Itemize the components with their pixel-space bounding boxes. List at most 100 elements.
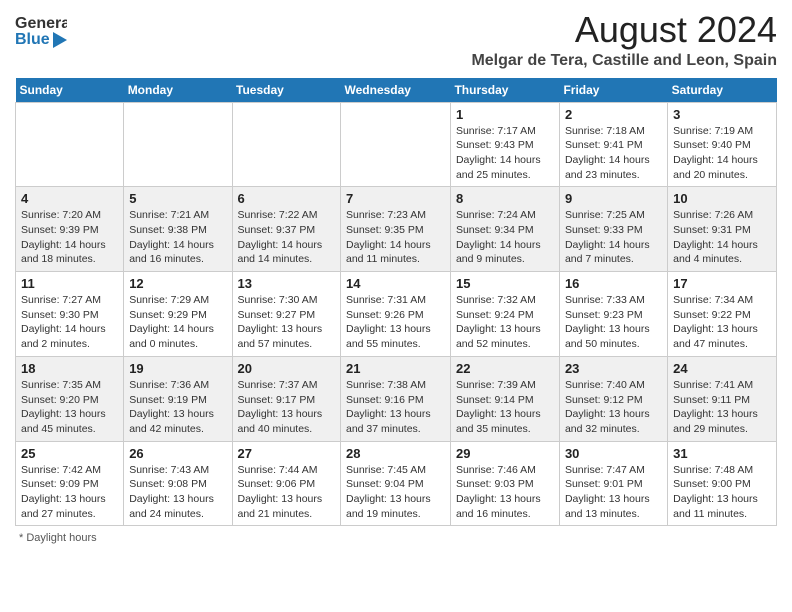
svg-text:General: General (15, 15, 67, 32)
day-number: 5 (129, 191, 226, 206)
day-info: Sunrise: 7:41 AM Sunset: 9:11 PM Dayligh… (673, 378, 771, 437)
day-cell (16, 102, 124, 187)
day-info: Sunrise: 7:44 AM Sunset: 9:06 PM Dayligh… (238, 463, 336, 522)
day-cell: 19Sunrise: 7:36 AM Sunset: 9:19 PM Dayli… (124, 356, 232, 441)
day-info: Sunrise: 7:25 AM Sunset: 9:33 PM Dayligh… (565, 208, 662, 267)
day-number: 21 (346, 361, 445, 376)
day-cell (341, 102, 451, 187)
weekday-header-tuesday: Tuesday (232, 78, 341, 103)
header: General Blue August 2024 Melgar de Tera,… (15, 10, 777, 70)
day-info: Sunrise: 7:31 AM Sunset: 9:26 PM Dayligh… (346, 293, 445, 352)
day-number: 7 (346, 191, 445, 206)
day-number: 27 (238, 446, 336, 461)
day-cell: 20 Sunrise: 7:37 AM Sunset: 9:17 PM Dayli… (232, 356, 341, 441)
day-number: 24 (673, 361, 771, 376)
day-number: 31 (673, 446, 771, 461)
day-cell: 17 Sunrise: 7:34 AM Sunset: 9:22 PM Dayli… (668, 272, 777, 357)
weekday-header-row: SundayMondayTuesdayWednesdayThursdayFrid… (16, 78, 777, 103)
day-cell: 6Sunrise: 7:22 AM Sunset: 9:37 PM Daylig… (232, 187, 341, 272)
day-info: Sunrise: 7:40 AM Sunset: 9:12 PM Dayligh… (565, 378, 662, 437)
day-cell: 14Sunrise: 7:31 AM Sunset: 9:26 PM Dayli… (341, 272, 451, 357)
day-info: Sunrise: 7:45 AM Sunset: 9:04 PM Dayligh… (346, 463, 445, 522)
week-row-5: 25Sunrise: 7:42 AM Sunset: 9:09 PM Dayli… (16, 441, 777, 526)
day-number: 1 (456, 107, 554, 122)
week-row-3: 11 Sunrise: 7:27 AM Sunset: 9:30 PM Dayli… (16, 272, 777, 357)
weekday-header-wednesday: Wednesday (341, 78, 451, 103)
day-cell (232, 102, 341, 187)
day-cell: 24 Sunrise: 7:41 AM Sunset: 9:11 PM Dayli… (668, 356, 777, 441)
day-info: Sunrise: 7:35 AM Sunset: 9:20 PM Dayligh… (21, 378, 118, 437)
logo-icon: General Blue (15, 10, 67, 57)
day-cell: 18 Sunrise: 7:35 AM Sunset: 9:20 PM Dayli… (16, 356, 124, 441)
day-cell: 13 Sunrise: 7:30 AM Sunset: 9:27 PM Dayli… (232, 272, 341, 357)
day-number: 10 (673, 191, 771, 206)
day-number: 17 (673, 276, 771, 291)
week-row-1: 1 Sunrise: 7:17 AM Sunset: 9:43 PM Daylig… (16, 102, 777, 187)
day-info: Sunrise: 7:19 AM Sunset: 9:40 PM Dayligh… (673, 124, 771, 183)
day-info: Sunrise: 7:23 AM Sunset: 9:35 PM Dayligh… (346, 208, 445, 267)
day-cell: 22Sunrise: 7:39 AM Sunset: 9:14 PM Dayli… (450, 356, 559, 441)
weekday-header-friday: Friday (559, 78, 667, 103)
day-cell: 9 Sunrise: 7:25 AM Sunset: 9:33 PM Daylig… (559, 187, 667, 272)
day-info: Sunrise: 7:39 AM Sunset: 9:14 PM Dayligh… (456, 378, 554, 437)
week-row-2: 4Sunrise: 7:20 AM Sunset: 9:39 PM Daylig… (16, 187, 777, 272)
day-number: 8 (456, 191, 554, 206)
title-area: August 2024 Melgar de Tera, Castille and… (471, 10, 777, 70)
footer-note: * Daylight hours (15, 532, 777, 544)
logo: General Blue (15, 10, 67, 57)
month-title: August 2024 (471, 10, 777, 50)
day-number: 19 (129, 361, 226, 376)
day-number: 23 (565, 361, 662, 376)
svg-text:Blue: Blue (15, 31, 50, 48)
day-cell: 28Sunrise: 7:45 AM Sunset: 9:04 PM Dayli… (341, 441, 451, 526)
day-number: 20 (238, 361, 336, 376)
day-number: 26 (129, 446, 226, 461)
day-info: Sunrise: 7:48 AM Sunset: 9:00 PM Dayligh… (673, 463, 771, 522)
location-title: Melgar de Tera, Castille and Leon, Spain (471, 52, 777, 70)
day-cell: 12 Sunrise: 7:29 AM Sunset: 9:29 PM Dayli… (124, 272, 232, 357)
day-cell: 8 Sunrise: 7:24 AM Sunset: 9:34 PM Daylig… (450, 187, 559, 272)
day-cell: 21Sunrise: 7:38 AM Sunset: 9:16 PM Dayli… (341, 356, 451, 441)
day-cell: 25Sunrise: 7:42 AM Sunset: 9:09 PM Dayli… (16, 441, 124, 526)
day-info: Sunrise: 7:46 AM Sunset: 9:03 PM Dayligh… (456, 463, 554, 522)
day-number: 11 (21, 276, 118, 291)
calendar: SundayMondayTuesdayWednesdayThursdayFrid… (15, 78, 777, 527)
day-number: 13 (238, 276, 336, 291)
day-number: 30 (565, 446, 662, 461)
day-cell: 31 Sunrise: 7:48 AM Sunset: 9:00 PM Dayli… (668, 441, 777, 526)
day-info: Sunrise: 7:37 AM Sunset: 9:17 PM Dayligh… (238, 378, 336, 437)
day-info: Sunrise: 7:20 AM Sunset: 9:39 PM Dayligh… (21, 208, 118, 267)
day-info: Sunrise: 7:43 AM Sunset: 9:08 PM Dayligh… (129, 463, 226, 522)
weekday-header-monday: Monday (124, 78, 232, 103)
day-info: Sunrise: 7:24 AM Sunset: 9:34 PM Dayligh… (456, 208, 554, 267)
day-info: Sunrise: 7:17 AM Sunset: 9:43 PM Dayligh… (456, 124, 554, 183)
day-info: Sunrise: 7:34 AM Sunset: 9:22 PM Dayligh… (673, 293, 771, 352)
day-info: Sunrise: 7:30 AM Sunset: 9:27 PM Dayligh… (238, 293, 336, 352)
day-info: Sunrise: 7:21 AM Sunset: 9:38 PM Dayligh… (129, 208, 226, 267)
day-cell (124, 102, 232, 187)
day-number: 25 (21, 446, 118, 461)
day-number: 9 (565, 191, 662, 206)
day-info: Sunrise: 7:32 AM Sunset: 9:24 PM Dayligh… (456, 293, 554, 352)
day-cell: 4Sunrise: 7:20 AM Sunset: 9:39 PM Daylig… (16, 187, 124, 272)
day-info: Sunrise: 7:27 AM Sunset: 9:30 PM Dayligh… (21, 293, 118, 352)
day-number: 16 (565, 276, 662, 291)
day-cell: 2Sunrise: 7:18 AM Sunset: 9:41 PM Daylig… (559, 102, 667, 187)
day-info: Sunrise: 7:33 AM Sunset: 9:23 PM Dayligh… (565, 293, 662, 352)
day-cell: 15 Sunrise: 7:32 AM Sunset: 9:24 PM Dayli… (450, 272, 559, 357)
day-cell: 1 Sunrise: 7:17 AM Sunset: 9:43 PM Daylig… (450, 102, 559, 187)
weekday-header-sunday: Sunday (16, 78, 124, 103)
day-number: 18 (21, 361, 118, 376)
day-cell: 30Sunrise: 7:47 AM Sunset: 9:01 PM Dayli… (559, 441, 667, 526)
week-row-4: 18 Sunrise: 7:35 AM Sunset: 9:20 PM Dayli… (16, 356, 777, 441)
day-info: Sunrise: 7:18 AM Sunset: 9:41 PM Dayligh… (565, 124, 662, 183)
day-number: 3 (673, 107, 771, 122)
day-cell: 16 Sunrise: 7:33 AM Sunset: 9:23 PM Dayli… (559, 272, 667, 357)
day-info: Sunrise: 7:29 AM Sunset: 9:29 PM Dayligh… (129, 293, 226, 352)
day-cell: 23 Sunrise: 7:40 AM Sunset: 9:12 PM Dayli… (559, 356, 667, 441)
day-cell: 29Sunrise: 7:46 AM Sunset: 9:03 PM Dayli… (450, 441, 559, 526)
day-number: 12 (129, 276, 226, 291)
day-cell: 27 Sunrise: 7:44 AM Sunset: 9:06 PM Dayli… (232, 441, 341, 526)
day-number: 15 (456, 276, 554, 291)
day-cell: 11 Sunrise: 7:27 AM Sunset: 9:30 PM Dayli… (16, 272, 124, 357)
